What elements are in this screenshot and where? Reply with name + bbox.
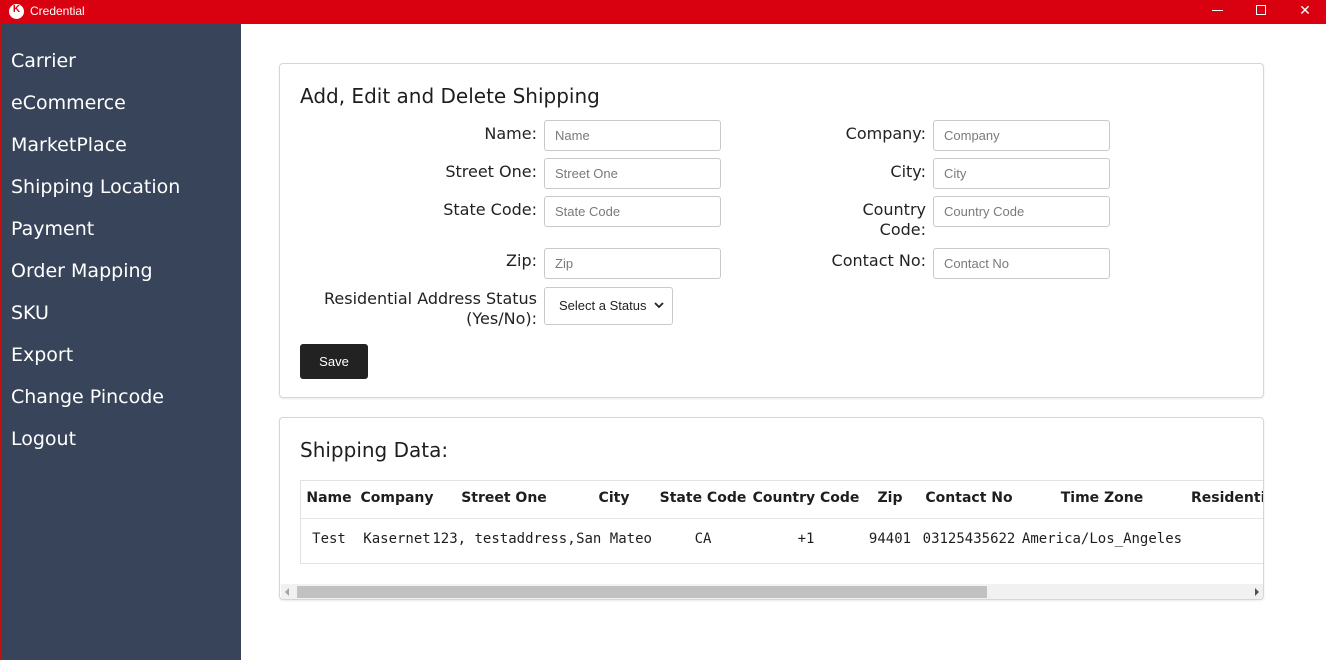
country-code-label: Country Code: bbox=[780, 200, 926, 240]
table-cell: CA bbox=[694, 531, 712, 547]
shipping-table: Name Company Street One City State Code … bbox=[300, 480, 1263, 564]
street-one-input[interactable] bbox=[544, 158, 721, 189]
table-cell: 03125435622 bbox=[922, 531, 1016, 547]
street-one-label: Street One: bbox=[445, 162, 537, 181]
sidebar-item-sku[interactable]: SKU bbox=[11, 302, 49, 324]
city-label: City: bbox=[890, 162, 926, 181]
sidebar-item-ecommerce[interactable]: eCommerce bbox=[11, 92, 126, 114]
country-code-input[interactable] bbox=[933, 196, 1110, 227]
column-header: Country Code bbox=[752, 490, 860, 506]
maximize-icon[interactable] bbox=[1239, 0, 1283, 24]
table-cell: Test bbox=[312, 531, 346, 547]
sidebar-item-logout[interactable]: Logout bbox=[11, 428, 76, 450]
table-title: Shipping Data: bbox=[300, 438, 449, 462]
sidebar-item-order-mapping[interactable]: Order Mapping bbox=[11, 260, 153, 282]
save-button[interactable]: Save bbox=[300, 344, 368, 379]
sidebar-item-payment[interactable]: Payment bbox=[11, 218, 94, 240]
sidebar-item-marketplace[interactable]: MarketPlace bbox=[11, 134, 127, 156]
minimize-icon[interactable] bbox=[1195, 0, 1239, 24]
residential-status-select[interactable]: Select a Status bbox=[544, 287, 673, 325]
column-header: Street One bbox=[461, 490, 547, 506]
company-input[interactable] bbox=[933, 120, 1110, 151]
scroll-right-icon[interactable] bbox=[1255, 588, 1259, 596]
name-input[interactable] bbox=[544, 120, 721, 151]
residential-status-label-line1: Residential Address Status bbox=[323, 289, 537, 308]
state-code-label: State Code: bbox=[443, 200, 537, 219]
kasernet-logo-icon bbox=[9, 4, 24, 19]
table-cell: 94401 bbox=[868, 531, 912, 547]
column-header: Contact No bbox=[925, 490, 1013, 506]
table-cell: Kasernet bbox=[363, 531, 431, 547]
column-header: Name bbox=[306, 490, 352, 506]
country-code-label-line1: Country bbox=[862, 200, 926, 219]
company-label: Company: bbox=[845, 124, 926, 143]
sidebar-item-export[interactable]: Export bbox=[11, 344, 73, 366]
form-title: Add, Edit and Delete Shipping bbox=[300, 84, 600, 108]
contact-no-input[interactable] bbox=[933, 248, 1110, 279]
city-input[interactable] bbox=[933, 158, 1110, 189]
sidebar: Carrier eCommerce MarketPlace Shipping L… bbox=[0, 24, 241, 660]
contact-no-label: Contact No: bbox=[831, 251, 926, 270]
shipping-data-card: Shipping Data: Name Company Street One C… bbox=[279, 417, 1264, 600]
column-header: Residentia bbox=[1191, 490, 1263, 506]
column-header: City bbox=[598, 490, 630, 506]
zip-label: Zip: bbox=[506, 251, 537, 270]
scroll-left-icon[interactable] bbox=[285, 588, 289, 596]
residential-status-label-line2: (Yes/No): bbox=[466, 309, 537, 328]
table-cell: America/Los_Angeles bbox=[1021, 531, 1183, 547]
state-code-input[interactable] bbox=[544, 196, 721, 227]
column-header: Company bbox=[360, 490, 434, 506]
window-title: Credential bbox=[30, 4, 85, 18]
country-code-label-line2: Code: bbox=[879, 220, 926, 239]
chevron-down-icon bbox=[654, 302, 664, 309]
row-divider bbox=[301, 518, 1263, 519]
column-header: State Code bbox=[659, 490, 747, 506]
column-header: Zip bbox=[877, 490, 903, 506]
title-bar: Credential ✕ bbox=[0, 0, 1326, 24]
shipping-form-card: Add, Edit and Delete Shipping Name: Stre… bbox=[279, 63, 1264, 398]
table-cell: San Mateo bbox=[576, 531, 652, 547]
zip-input[interactable] bbox=[544, 248, 721, 279]
residential-status-selected: Select a Status bbox=[559, 298, 647, 313]
table-cell: 123, testaddress, bbox=[432, 531, 576, 547]
sidebar-item-change-pincode[interactable]: Change Pincode bbox=[11, 386, 164, 408]
sidebar-item-shipping-location[interactable]: Shipping Location bbox=[11, 176, 180, 198]
residential-status-label: Residential Address Status (Yes/No): bbox=[300, 289, 537, 329]
table-cell: +1 bbox=[797, 531, 815, 547]
column-header: Time Zone bbox=[1060, 490, 1144, 506]
sidebar-item-carrier[interactable]: Carrier bbox=[11, 50, 76, 72]
scrollbar-thumb[interactable] bbox=[297, 586, 987, 598]
horizontal-scrollbar[interactable] bbox=[281, 584, 1263, 599]
name-label: Name: bbox=[484, 124, 537, 143]
close-icon[interactable]: ✕ bbox=[1283, 0, 1326, 24]
